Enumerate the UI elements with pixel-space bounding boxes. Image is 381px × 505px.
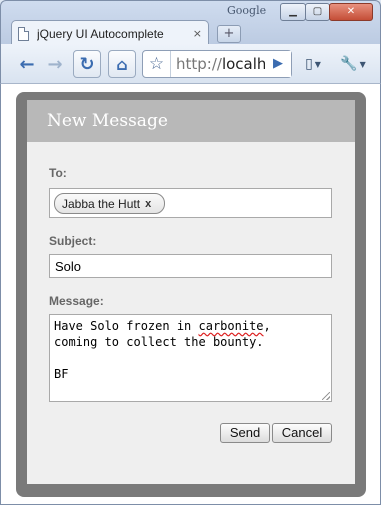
go-button[interactable]: ▶ bbox=[265, 51, 291, 77]
browser-tab[interactable]: jQuery UI Autocomplete × bbox=[11, 20, 209, 46]
reload-icon: ↻ bbox=[79, 53, 95, 75]
back-button[interactable]: ← bbox=[13, 50, 41, 78]
reload-button[interactable]: ↻ bbox=[73, 50, 101, 78]
recipient-token[interactable]: Jabba the Hutt x bbox=[54, 193, 165, 214]
chevron-down-icon: ▼ bbox=[314, 59, 321, 69]
close-window-button[interactable]: ✕ bbox=[329, 3, 373, 21]
page-menu-button[interactable]: ▯ ▼ bbox=[298, 50, 328, 78]
play-icon: ▶ bbox=[273, 56, 283, 71]
resize-grip[interactable] bbox=[322, 392, 330, 400]
home-button[interactable]: ⌂ bbox=[108, 50, 136, 78]
cancel-button[interactable]: Cancel bbox=[272, 423, 332, 443]
page-icon bbox=[18, 26, 29, 41]
dialog-title: New Message bbox=[27, 100, 355, 142]
recipient-name: Jabba the Hutt bbox=[62, 196, 141, 211]
misspelled-word: carbonite bbox=[198, 319, 264, 333]
home-icon: ⌂ bbox=[116, 54, 128, 74]
message-line: coming to collect the bounty. bbox=[54, 335, 264, 349]
tab-title: jQuery UI Autocomplete bbox=[37, 26, 164, 41]
chevron-down-icon: ▼ bbox=[359, 59, 366, 69]
remove-recipient-icon[interactable]: x bbox=[145, 198, 151, 210]
maximize-button[interactable]: ▢ bbox=[305, 3, 330, 21]
new-tab-button[interactable]: + bbox=[217, 25, 241, 43]
browser-title-bar: Google ▁ ▢ ✕ jQuery UI Autocomplete × + bbox=[0, 0, 381, 46]
message-line: Have Solo frozen in carbonite, bbox=[54, 319, 271, 333]
arrow-left-icon: ← bbox=[19, 53, 35, 75]
subject-label: Subject: bbox=[49, 234, 97, 248]
tab-close-icon[interactable]: × bbox=[193, 27, 202, 40]
minimize-button[interactable]: ▁ bbox=[280, 3, 306, 21]
new-message-dialog: New Message To: Jabba the Hutt x Subject… bbox=[27, 100, 355, 484]
message-line bbox=[54, 350, 327, 366]
url-text[interactable]: http://localh bbox=[171, 55, 266, 73]
browser-toolbar: ← → ↻ ⌂ ☆ http://localh ▶ ▯ ▼ 🔧 ▼ bbox=[0, 44, 381, 84]
to-label: To: bbox=[49, 166, 67, 180]
arrow-right-icon: → bbox=[47, 53, 63, 75]
page-icon: ▯ bbox=[305, 56, 313, 72]
page-viewport: New Message To: Jabba the Hutt x Subject… bbox=[0, 84, 381, 505]
to-field[interactable]: Jabba the Hutt x bbox=[49, 188, 332, 218]
send-button[interactable]: Send bbox=[220, 423, 270, 443]
bookmark-star-icon[interactable]: ☆ bbox=[143, 51, 171, 77]
message-label: Message: bbox=[49, 294, 104, 308]
message-textarea[interactable]: Have Solo frozen in carbonite, coming to … bbox=[49, 314, 332, 402]
forward-button[interactable]: → bbox=[41, 50, 69, 78]
browser-brand-label: Google bbox=[227, 4, 267, 17]
settings-menu-button[interactable]: 🔧 ▼ bbox=[337, 50, 369, 78]
subject-input[interactable]: Solo bbox=[49, 254, 332, 278]
wrench-icon: 🔧 bbox=[340, 56, 358, 72]
message-line: BF bbox=[54, 367, 69, 381]
dialog-frame: New Message To: Jabba the Hutt x Subject… bbox=[16, 92, 366, 497]
